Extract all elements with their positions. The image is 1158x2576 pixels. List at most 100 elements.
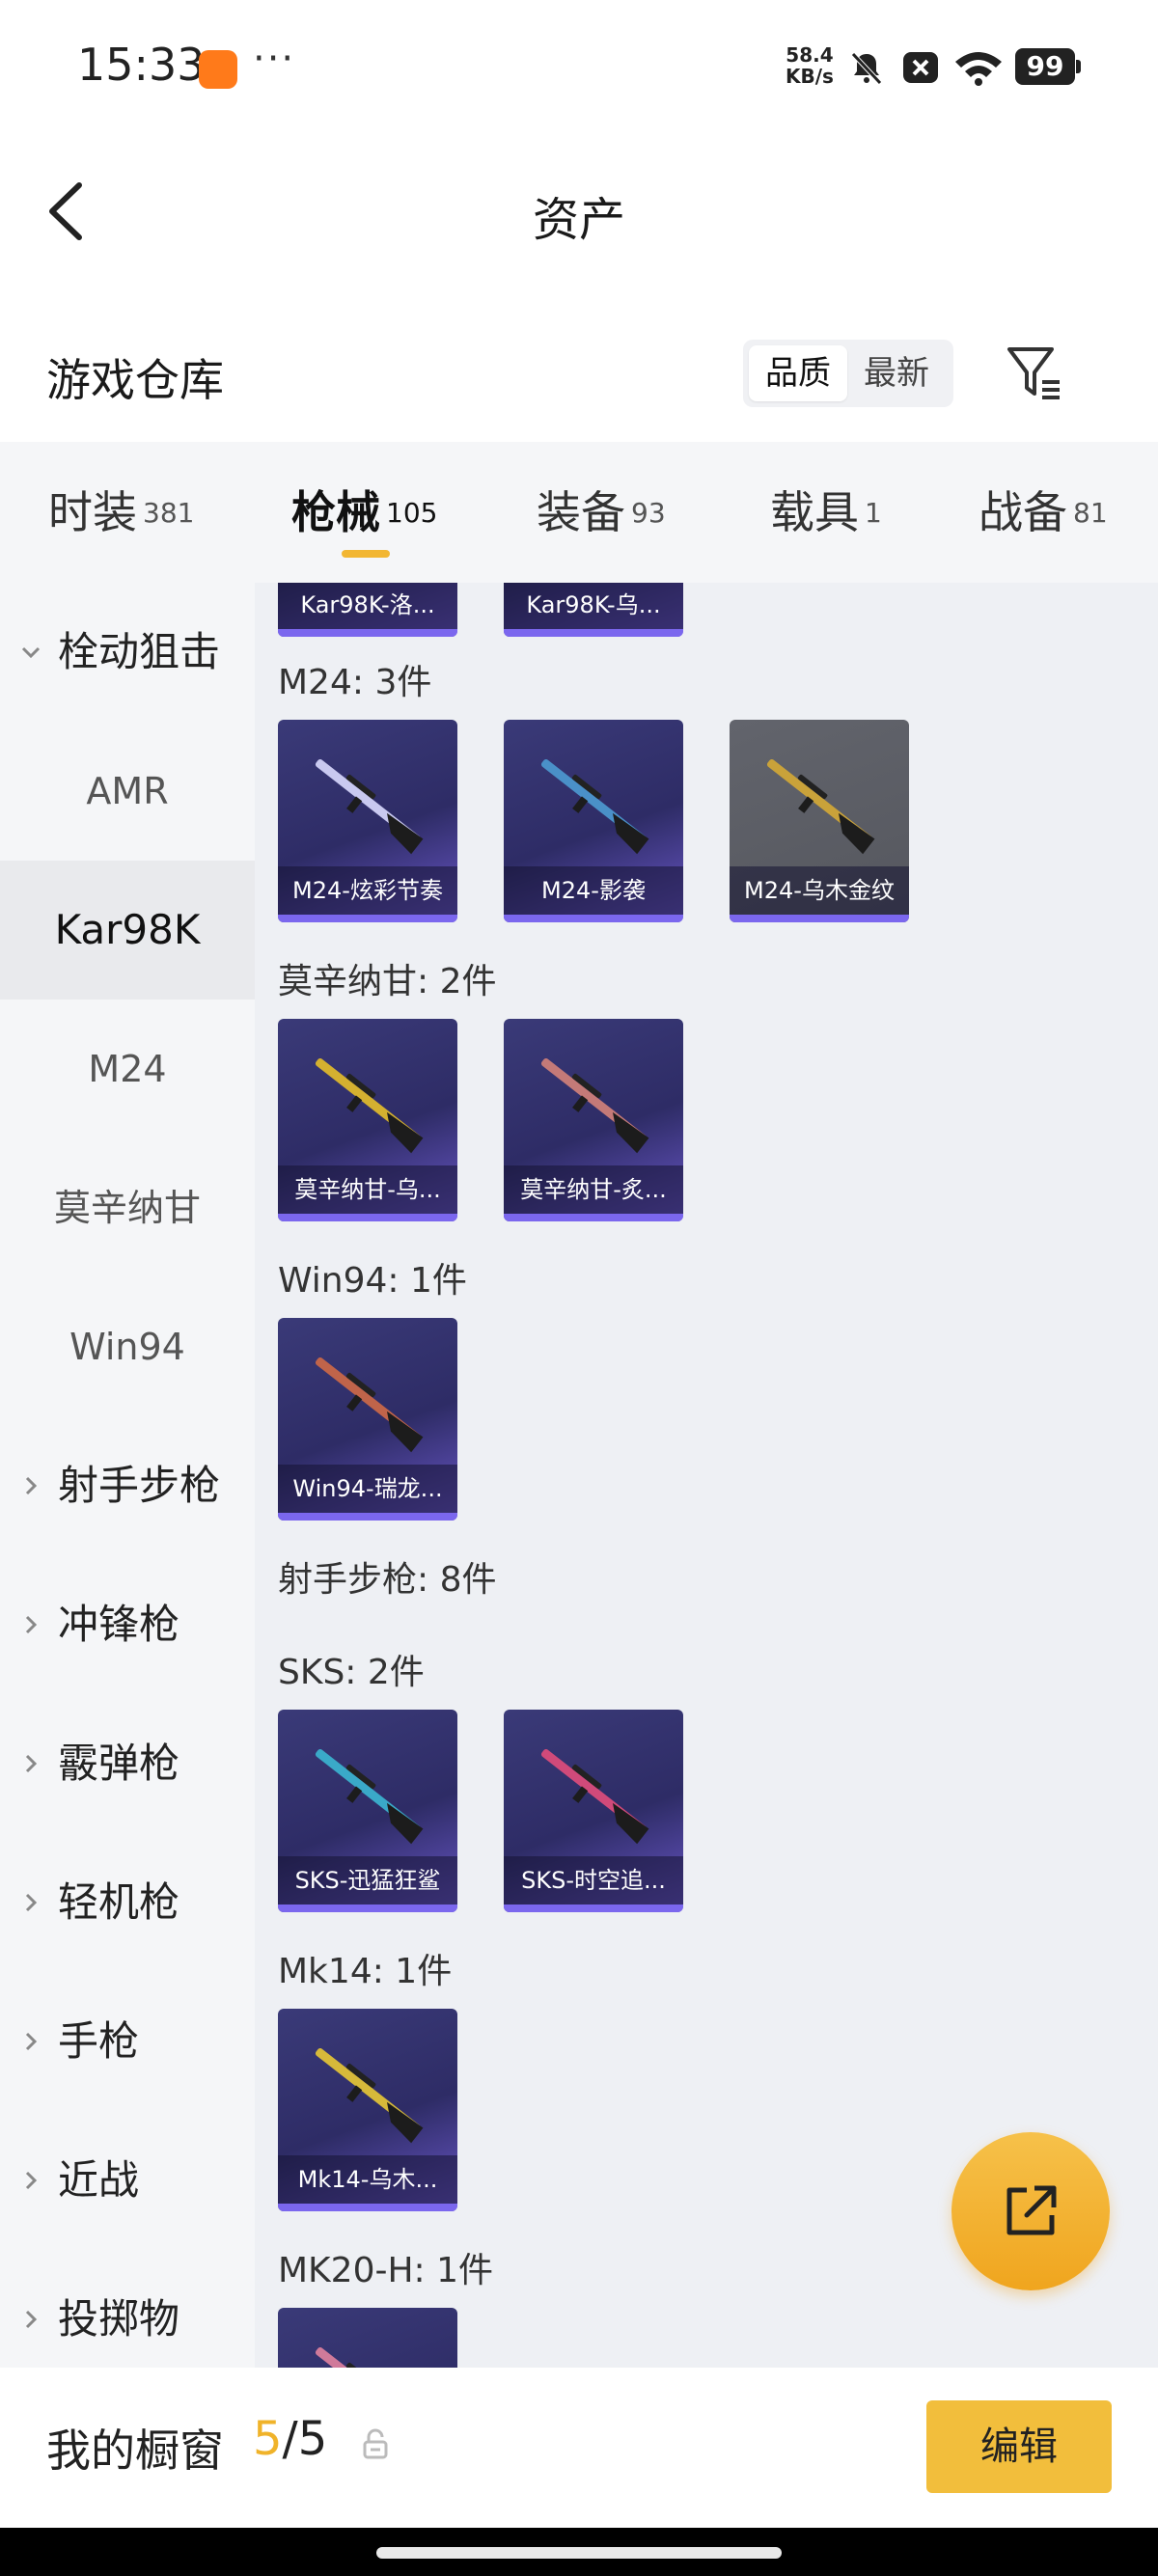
sidebar-item-m24[interactable]: M24 [0,1000,255,1138]
rifle-icon [766,759,875,855]
edit-button[interactable]: 编辑 [926,2400,1112,2493]
item-name: Mk14-乌木... [278,2155,457,2204]
showcase-count: 5/5 [253,2412,327,2466]
chevron-right-icon [25,1615,38,1634]
item-card[interactable]: Kar98K-洛... [278,583,457,637]
chevron-right-icon [25,2171,38,2190]
sidebar-item-throwable[interactable]: 投掷物 [0,2250,255,2368]
item-name: SKS-时空追... [504,1856,683,1905]
rifle-icon [540,759,649,855]
rarity-bar [730,915,909,922]
rarity-bar [504,1905,683,1912]
sidebar-item-lmg[interactable]: 轻机枪 [0,1833,255,1972]
tab-count: 1 [865,496,882,529]
chevron-right-icon [25,1476,38,1495]
share-fab-button[interactable] [951,2132,1110,2290]
showcase-total: 5 [297,2412,328,2466]
sort-option-quality[interactable]: 品质 [749,345,847,401]
tab-label: 时装 [48,486,137,538]
no-sim-icon [903,52,938,83]
tab-label: 载具 [770,486,859,538]
group-label-sks: SKS: 2件 [278,1653,425,1692]
lock-icon [363,2428,388,2459]
rifle-icon [315,1749,424,1845]
network-speed-unit: KB/s [786,65,834,88]
sidebar-item-label: Kar98K [54,906,201,953]
chevron-right-icon [25,2032,38,2051]
group-label-mosin: 莫辛纳甘: 2件 [278,962,497,1001]
more-notifications-icon: ··· [253,37,296,81]
home-indicator[interactable] [376,2547,782,2559]
item-card[interactable]: Mk14-乌木... [278,2009,457,2211]
tab-vehicles[interactable]: 载具 1 [770,479,882,546]
item-card[interactable]: 莫辛纳甘-乌... [278,1019,457,1221]
active-tab-indicator [342,550,390,558]
sidebar-item-label: 近战 [58,2156,140,2204]
item-card[interactable] [278,2308,457,2368]
showcase-current: 5 [253,2412,283,2466]
sidebar-item-mosin[interactable]: 莫辛纳甘 [0,1138,255,1277]
sidebar-item-dmr[interactable]: 射手步枪 [0,1416,255,1555]
sidebar-item-label: 冲锋枪 [58,1601,180,1648]
group-label-m24: M24: 3件 [278,663,432,702]
item-name: M24-影袭 [504,866,683,915]
item-card[interactable]: M24-炫彩节奏 [278,720,457,922]
sidebar-item-label: 莫辛纳甘 [53,1187,201,1229]
item-card[interactable]: 莫辛纳甘-炙... [504,1019,683,1221]
item-card[interactable]: SKS-时空追... [504,1710,683,1912]
sidebar-item-shotgun[interactable]: 霰弹枪 [0,1694,255,1833]
external-link-icon [1006,2185,1057,2235]
item-name: Kar98K-乌... [504,583,683,629]
sidebar-item-melee[interactable]: 近战 [0,2111,255,2250]
sidebar-item-pistol[interactable]: 手枪 [0,1972,255,2111]
tab-label: 枪械 [291,486,380,538]
sort-option-newest[interactable]: 最新 [847,345,946,401]
item-card[interactable]: Kar98K-乌... [504,583,683,637]
sidebar-item-win94[interactable]: Win94 [0,1277,255,1416]
sidebar-item-bolt-action[interactable]: 栓动狙击 [0,583,255,722]
sidebar-item-label: M24 [88,1048,167,1090]
item-name: M24-炫彩节奏 [278,866,457,915]
sidebar-item-kar98k[interactable]: Kar98K [0,861,255,1000]
item-card[interactable]: SKS-迅猛狂鲨 [278,1710,457,1912]
sidebar-item-label: 投掷物 [58,2295,180,2343]
item-card[interactable]: Win94-瑞龙... [278,1318,457,1521]
rarity-bar [504,629,683,637]
item-card[interactable]: M24-乌木金纹 [730,720,909,922]
rifle-icon [540,1749,649,1845]
group-label-win94: Win94: 1件 [278,1261,467,1301]
category-tab-bar: 时装 381 枪械 105 装备 93 载具 1 战备 81 [0,442,1158,583]
showcase-bar: 我的橱窗 5/5 编辑 [0,2368,1158,2528]
group-label-mk20h: MK20-H: 1件 [278,2251,494,2290]
tab-fashion[interactable]: 时装 381 [48,479,194,546]
rarity-bar [504,915,683,922]
showcase-separator: / [282,2412,298,2466]
item-name: Win94-瑞龙... [278,1465,457,1513]
rarity-bar [278,1214,457,1221]
wifi-icon [955,52,1002,86]
rifle-icon [315,759,424,855]
chevron-right-icon [25,1754,38,1773]
item-name: 莫辛纳甘-乌... [278,1165,457,1214]
tab-firearms[interactable]: 枪械 105 [291,479,437,546]
tab-equipment[interactable]: 装备 93 [537,479,666,546]
rarity-bar [278,629,457,637]
filter-icon[interactable] [1004,342,1065,403]
rarity-bar [278,2204,457,2211]
sidebar-item-smg[interactable]: 冲锋枪 [0,1555,255,1694]
item-name: Kar98K-洛... [278,583,457,629]
rarity-bar [504,1214,683,1221]
item-name: M24-乌木金纹 [730,866,909,915]
tab-count: 381 [143,496,195,529]
tab-battle-supplies[interactable]: 战备 81 [979,479,1108,546]
status-time: 15:33 [77,39,206,91]
chevron-right-icon [25,1893,38,1912]
app-notification-icon [199,50,237,89]
sidebar-item-amr[interactable]: AMR [0,722,255,861]
item-card[interactable]: M24-影袭 [504,720,683,922]
sort-toggle[interactable]: 品质 最新 [743,340,953,407]
item-name: 莫辛纳甘-炙... [504,1165,683,1214]
battery-indicator: 99 [1015,48,1081,85]
tab-count: 93 [631,496,666,529]
mute-bell-icon [851,52,882,85]
